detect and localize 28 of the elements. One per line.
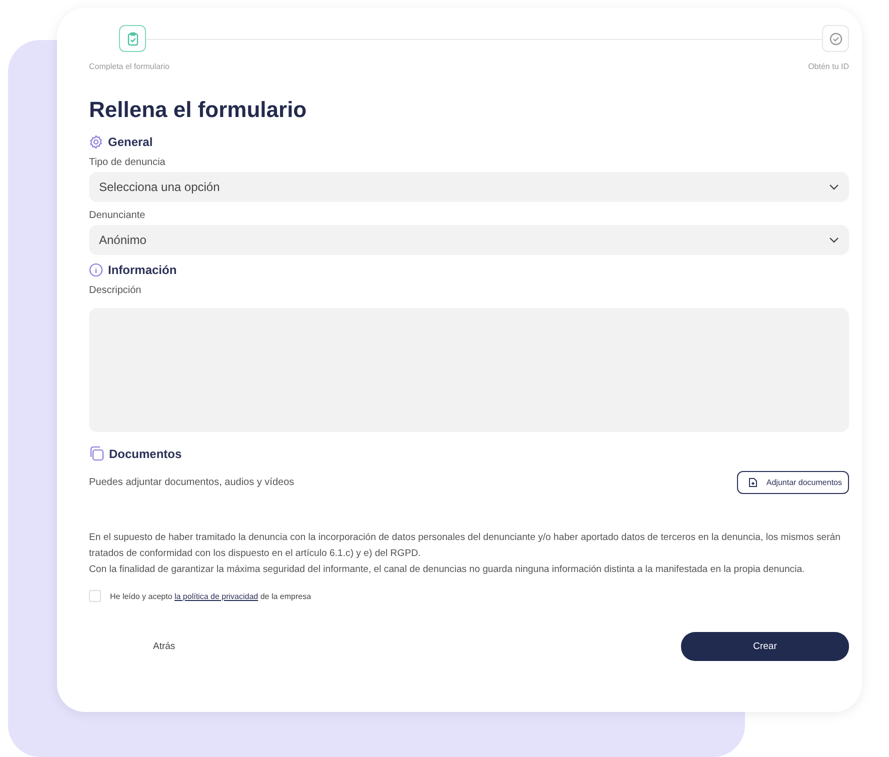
check-circle-icon	[828, 32, 842, 46]
step-label: Obtén tu ID	[808, 62, 849, 71]
attach-hint: Puedes adjuntar documentos, audios y vídeos	[89, 477, 294, 488]
section-heading: Información	[108, 263, 177, 277]
section-heading: General	[108, 135, 153, 149]
field-label: Descripción	[89, 285, 142, 296]
select-field[interactable]: Anónimo	[89, 225, 849, 255]
attach-button[interactable]: Adjuntar documentos	[737, 471, 849, 494]
copy-icon	[89, 446, 104, 461]
file-plus-icon	[748, 477, 758, 488]
section-heading: Documentos	[109, 446, 182, 460]
clipboard-icon	[126, 32, 140, 46]
legal-text: Con la finalidad de garantizar la máxima seguridad del informante, el canal de denuncias no guarda ninguna información distinta a la manifestada en la propia denuncia.	[89, 563, 806, 577]
step-label: Completa el formulario	[89, 62, 170, 71]
chevron-down-icon	[829, 237, 839, 243]
consent-checkbox[interactable]	[89, 590, 101, 602]
select-field[interactable]: Selecciona una opción	[89, 172, 849, 202]
field-label: Tipo de denuncia	[89, 157, 166, 168]
privacy-link[interactable]: la política de privacidad	[174, 592, 258, 600]
info-icon	[89, 263, 103, 277]
back-button[interactable]: Atrás	[149, 637, 180, 656]
consent-text: He leído y acepto la política de privacidad de la empresa	[110, 592, 312, 600]
form-title: Rellena el formulario	[89, 97, 308, 123]
field-label: Denunciante	[89, 210, 146, 221]
create-button[interactable]: Crear	[681, 632, 849, 661]
chevron-down-icon	[829, 184, 839, 190]
settings-icon	[89, 135, 103, 149]
legal-text: En el supuesto de haber tramitado la denuncia con la incorporación de datos personales del denunciante y/o haber aportado datos de terceros en la denuncia, los mismos serán tratados de conformidad con los dispuesto en el artículo 6.1.c) y e) del RGPD.	[89, 531, 842, 561]
